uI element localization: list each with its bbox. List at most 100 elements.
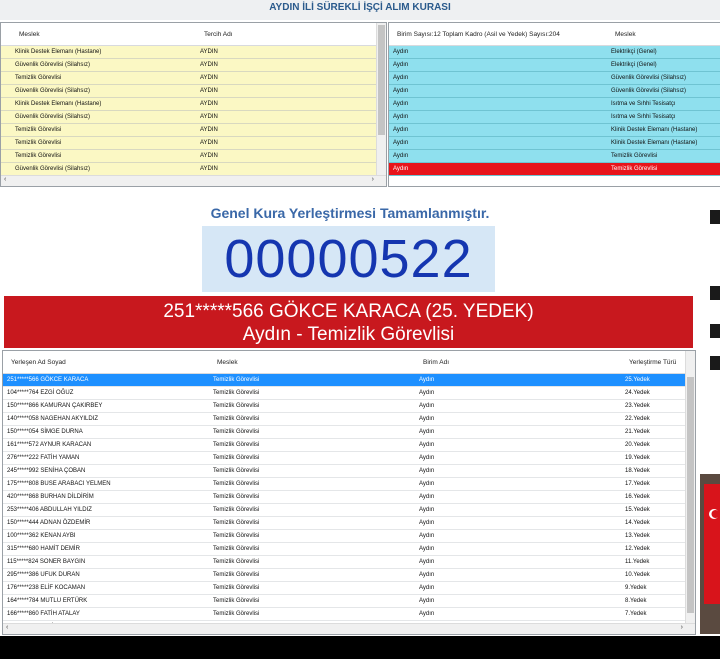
table-row[interactable]: Aydın Temizlik Görevlisi [389,162,720,176]
results-header-meslek[interactable]: Meslek [209,351,415,374]
table-row[interactable]: Temizlik Görevlisi AYDIN [1,123,386,137]
table-row[interactable]: 161*****572 AYNUR KARACAN Temizlik Görevl… [3,438,686,452]
table-row[interactable]: 166*****860 FATİH ATALAY Temizlik Görevli… [3,607,686,621]
name-cell: 150*****444 ADNAN ÖZDEMİR [3,516,209,530]
table-row[interactable]: Güvenlik Görevlisi (Silahsız) AYDIN [1,58,386,72]
side-button-1[interactable] [710,210,720,224]
birim-cell: Aydın [389,162,607,176]
left-grid-header-meslek[interactable]: Meslek [11,23,196,46]
birim-cell: Aydın [389,136,607,150]
results-header-birim[interactable]: Birim Adı [415,351,621,374]
meslek-cell: Temizlik Görevlisi [209,425,415,439]
birim-cell: Aydın [415,516,621,530]
left-grid-header-tercih[interactable]: Tercih Adı [196,23,386,46]
table-row[interactable]: 100*****362 KENAN AYBI Temizlik Görevlisi… [3,529,686,543]
table-row[interactable]: Güvenlik Görevlisi (Silahsız) AYDIN [1,162,386,176]
table-row[interactable]: Aydın Güvenlik Görevlisi (Silahsız) [389,71,720,85]
table-row[interactable]: Temizlik Görevlisi AYDIN [1,71,386,85]
meslek-cell: Güvenlik Görevlisi (Silahsız) [11,58,196,72]
row-indicator [1,97,11,111]
meslek-cell: Klinik Destek Elemanı (Hastane) [607,136,720,150]
meslek-cell: Temizlik Görevlisi [11,136,196,150]
row-indicator [1,123,11,137]
table-row[interactable]: Temizlik Görevlisi AYDIN [1,136,386,150]
table-row[interactable]: Temizlik Görevlisi AYDIN [1,149,386,163]
table-row[interactable]: 176*****238 ELİF KOCAMAN Temizlik Görevli… [3,581,686,595]
birim-cell: Aydın [389,71,607,85]
table-row[interactable]: Aydın Klinik Destek Elemanı (Hastane) [389,123,720,137]
birim-cell: Aydın [389,149,607,163]
meslek-cell: Temizlik Görevlisi [209,412,415,426]
type-cell: 8.Yedek [621,594,686,608]
table-row[interactable]: 420*****868 BURHAN DİLDİRİM Temizlik Göre… [3,490,686,504]
table-row[interactable]: 150*****866 KAMURAN ÇAKIRBEY Temizlik Gör… [3,399,686,413]
table-row[interactable]: 276*****222 FATİH YAMAN Temizlik Görevlis… [3,451,686,465]
meslek-cell: Güvenlik Görevlisi (Silahsız) [11,110,196,124]
results-vertical-scrollbar[interactable] [685,351,695,624]
meslek-cell: Temizlik Görevlisi [209,477,415,491]
table-row[interactable]: Klinik Destek Elemanı (Hastane) AYDIN [1,45,386,59]
tercih-cell: AYDIN [196,162,386,176]
meslek-cell: Temizlik Görevlisi [209,581,415,595]
table-row[interactable]: 150*****444 ADNAN ÖZDEMİR Temizlik Görevl… [3,516,686,530]
table-row[interactable]: 140*****058 NAGEHAN AKYILDIZ Temizlik Gör… [3,412,686,426]
table-row[interactable]: 104*****764 EZGİ OĞUZ Temizlik Görevlisi A… [3,386,686,400]
table-row[interactable]: Aydın Elektrikçi (Genel) [389,45,720,59]
table-row[interactable]: 164*****784 MUTLU ERTÜRK Temizlik Görevli… [3,594,686,608]
scroll-left-icon[interactable]: ‹ [4,176,6,183]
table-row[interactable]: 245*****992 SENİHA ÇOBAN Temizlik Görevli… [3,464,686,478]
results-grid-panel[interactable]: Yerleşen Ad Soyad Meslek Birim Adı Yerle… [2,350,696,635]
type-cell: 19.Yedek [621,451,686,465]
birim-cell: Aydın [415,386,621,400]
side-button-3[interactable] [710,324,720,338]
meslek-cell: Temizlik Görevlisi [209,529,415,543]
table-row[interactable]: Aydın Güvenlik Görevlisi (Silahsız) [389,84,720,98]
left-grid-horizontal-scrollbar[interactable]: ‹ › [1,175,386,186]
table-row[interactable]: Aydın Temizlik Görevlisi [389,149,720,163]
results-header-name[interactable]: Yerleşen Ad Soyad [3,351,209,374]
birim-cell: Aydın [389,45,607,59]
right-grid-header-meslek[interactable]: Meslek [607,23,720,46]
side-button-2[interactable] [710,286,720,300]
type-cell: 18.Yedek [621,464,686,478]
table-row[interactable]: 315*****680 HAMİT DEMİR Temizlik Görevlis… [3,542,686,556]
side-button-4[interactable] [710,356,720,370]
table-row[interactable]: 295*****386 UFUK DURAN Temizlik Görevlisi… [3,568,686,582]
table-row[interactable]: Aydın Isıtma ve Sıhhi Tesisatçı [389,110,720,124]
bottom-bar [0,636,720,659]
tercih-cell: AYDIN [196,123,386,137]
row-indicator [1,84,11,98]
meslek-cell: Klinik Destek Elemanı (Hastane) [11,45,196,59]
table-row[interactable]: Klinik Destek Elemanı (Hastane) AYDIN [1,97,386,111]
meslek-cell: Klinik Destek Elemanı (Hastane) [11,97,196,111]
table-row[interactable]: Aydın Klinik Destek Elemanı (Hastane) [389,136,720,150]
table-row[interactable]: 253*****406 ABDULLAH YILDIZ Temizlik Göre… [3,503,686,517]
table-row[interactable]: 115*****824 SONER BAYGIN Temizlik Görevli… [3,555,686,569]
results-horizontal-scrollbar[interactable]: ‹ › [3,623,695,634]
tercih-cell: AYDIN [196,45,386,59]
scroll-right-icon[interactable]: › [372,176,374,183]
row-indicator [1,58,11,72]
table-row[interactable]: 175*****808 BUSE ARABACI YELMEN Temizlik … [3,477,686,491]
row-indicator [1,136,11,150]
right-grid-header-summary[interactable]: Birim Sayısı:12 Toplam Kadro (Asil ve Ye… [389,23,607,46]
table-row[interactable]: Güvenlik Görevlisi (Silahsız) AYDIN [1,110,386,124]
type-cell: 23.Yedek [621,399,686,413]
table-row[interactable]: Güvenlik Görevlisi (Silahsız) AYDIN [1,84,386,98]
results-header-tur[interactable]: Yerleştirme Türü [621,351,686,374]
row-indicator [1,45,11,59]
row-indicator [1,110,11,124]
left-grid-vertical-scrollbar[interactable] [376,23,386,176]
table-row[interactable]: 150*****054 SİMGE DURNA Temizlik Görevlis… [3,425,686,439]
birim-cell: Aydın [389,123,607,137]
table-row[interactable]: Aydın Isıtma ve Sıhhi Tesisatçı [389,97,720,111]
name-cell: 150*****054 SİMGE DURNA [3,425,209,439]
table-row[interactable]: Aydın Elektrikçi (Genel) [389,58,720,72]
meslek-cell: Elektrikçi (Genel) [607,58,720,72]
results-scroll-left-icon[interactable]: ‹ [6,624,8,631]
tercih-cell: AYDIN [196,136,386,150]
right-grid-panel[interactable]: Birim Sayısı:12 Toplam Kadro (Asil ve Ye… [388,22,720,187]
table-row[interactable]: 251*****566 GÖKCE KARACA Temizlik Görevli… [3,373,686,387]
results-scroll-right-icon[interactable]: › [681,624,683,631]
left-grid-panel[interactable]: Meslek Tercih Adı Klinik Destek Elemanı … [0,22,387,187]
